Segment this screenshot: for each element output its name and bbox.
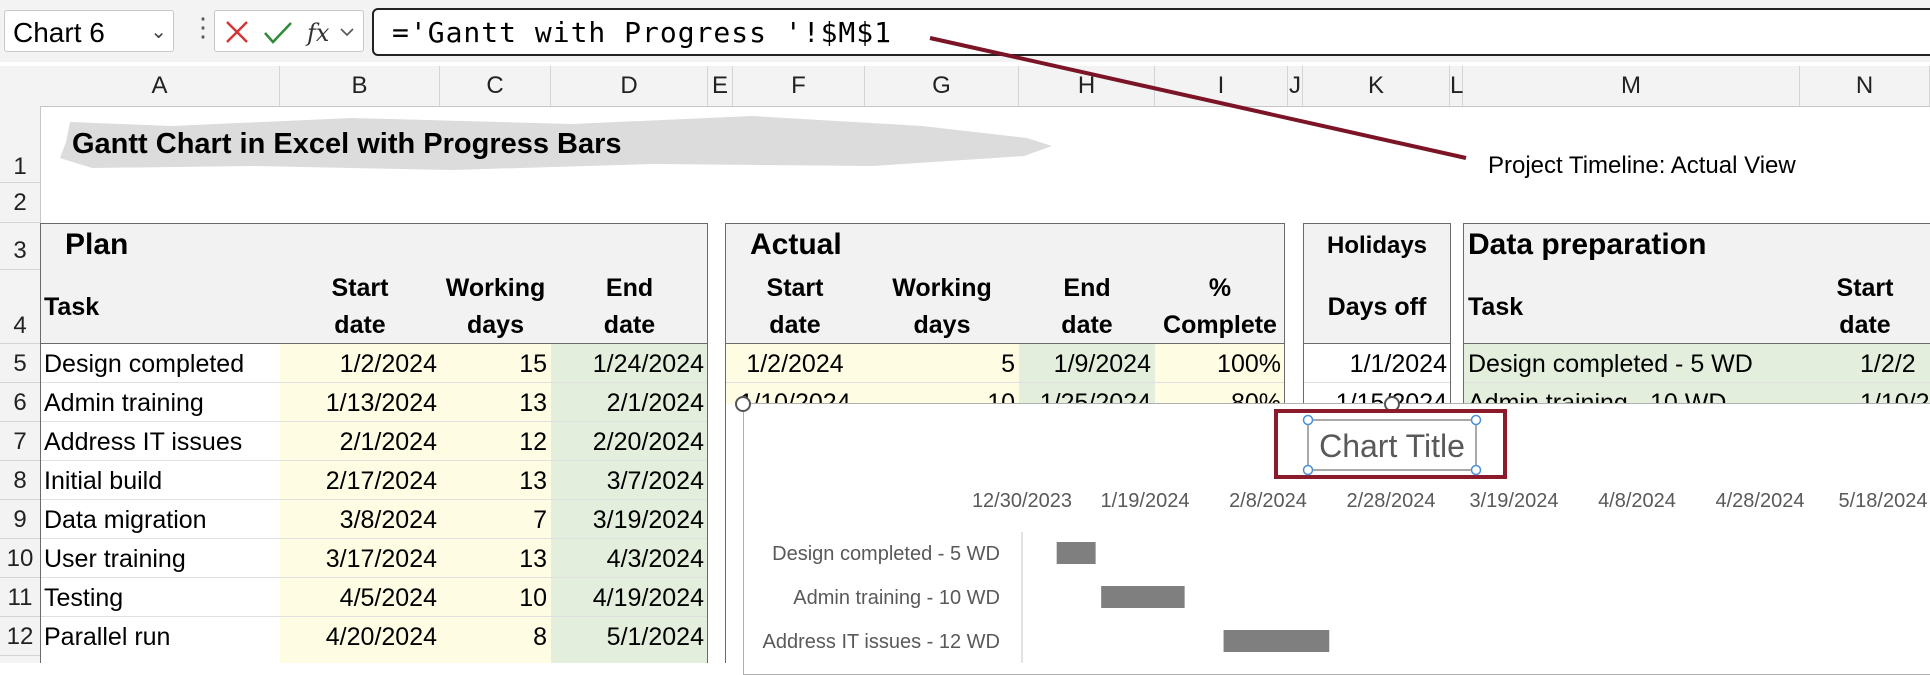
resize-handle[interactable]: [735, 396, 751, 412]
y-category-label: Address IT issues - 12 WD: [763, 631, 1000, 653]
gantt-chart-svg: Chart Title 12/30/2023 1/19/2024 2/8/2024 2…: [735, 396, 1928, 663]
x-tick-label: 4/8/2024: [1598, 490, 1676, 512]
x-tick-label: 5/18/2024: [1839, 490, 1928, 512]
resize-handle[interactable]: [1302, 414, 1314, 426]
x-tick-label: 3/19/2024: [1470, 490, 1559, 512]
x-tick-label: 2/8/2024: [1229, 490, 1307, 512]
resize-handle[interactable]: [1302, 464, 1314, 476]
x-tick-label: 4/28/2024: [1716, 490, 1805, 512]
y-category-label: Design completed - 5 WD: [772, 543, 1000, 565]
resize-handle[interactable]: [1470, 414, 1482, 426]
gantt-bar[interactable]: [1223, 630, 1330, 652]
resize-handle[interactable]: [1470, 464, 1482, 476]
x-tick-label: 2/28/2024: [1347, 490, 1436, 512]
gantt-bar[interactable]: [1056, 542, 1096, 564]
chart-title[interactable]: Chart Title: [1319, 428, 1465, 464]
x-tick-label: 12/30/2023: [972, 490, 1072, 512]
resize-handle[interactable]: [1384, 396, 1400, 412]
gantt-bar[interactable]: [1101, 586, 1185, 608]
x-tick-label: 1/19/2024: [1101, 490, 1190, 512]
y-category-label: Admin training - 10 WD: [793, 587, 1000, 609]
